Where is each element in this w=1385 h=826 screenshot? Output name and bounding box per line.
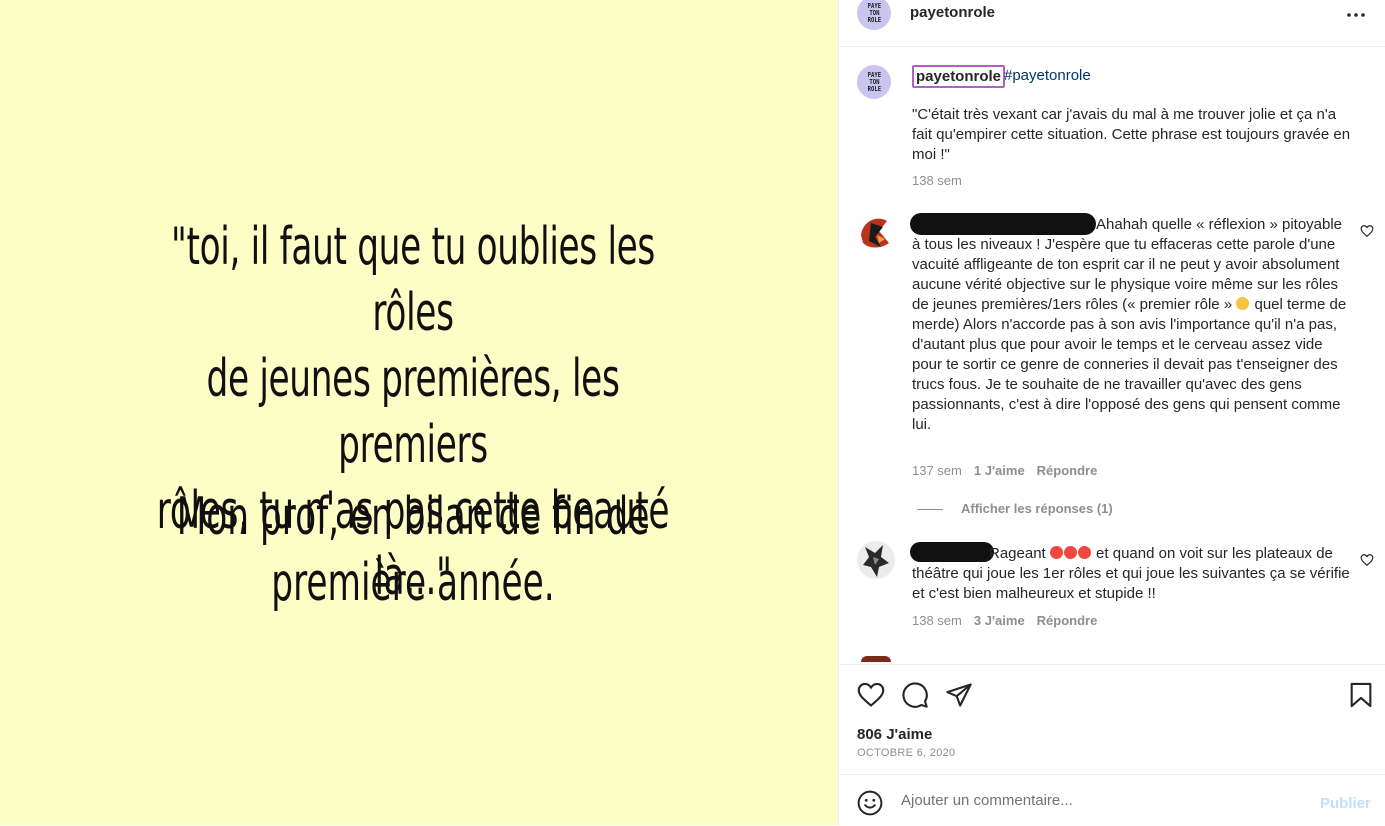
- caption-avatar[interactable]: PAYE TON ROLE: [857, 65, 891, 99]
- emoji-smiley-icon[interactable]: [857, 790, 883, 816]
- next-comment-avatar-partial: [861, 656, 891, 662]
- comment-time[interactable]: 137 sem: [912, 463, 962, 478]
- angry-face-icon: [1063, 546, 1077, 559]
- post-side-panel: PAYE TON ROLE payetonrole PAYE TON ROLE …: [838, 0, 1385, 825]
- more-options-button[interactable]: [1341, 1, 1371, 23]
- caption-time[interactable]: 138 sem: [912, 173, 962, 188]
- comment-text: Ahahah quelle « réflexion » pitoyable à …: [912, 215, 1352, 435]
- woozy-face-icon: [1236, 297, 1250, 310]
- comment-meta: 138 sem 3 J'aime Répondre: [912, 613, 1097, 628]
- comment-reply-button[interactable]: Répondre: [1037, 463, 1098, 478]
- comment-bubble-icon[interactable]: [901, 681, 929, 709]
- replies-divider: [917, 509, 943, 510]
- comment-text-body: et quand on voit sur les plateaux de thé…: [912, 545, 1350, 602]
- caption-hashtag[interactable]: #payetonrole: [1004, 67, 1091, 84]
- comment-meta: 137 sem 1 J'aime Répondre: [912, 463, 1097, 478]
- comment-likes[interactable]: 3 J'aime: [974, 613, 1025, 628]
- angry-face-icon: [1077, 546, 1091, 559]
- user-avatar-icon: [857, 213, 895, 251]
- comment-likes[interactable]: 1 J'aime: [974, 463, 1025, 478]
- publish-button[interactable]: Publier: [1320, 795, 1371, 812]
- more-horizontal-icon: [1347, 13, 1365, 17]
- comment-avatar[interactable]: [857, 541, 895, 579]
- post-date[interactable]: OCTOBRE 6, 2020: [857, 747, 955, 759]
- header-avatar[interactable]: PAYE TON ROLE: [857, 0, 891, 30]
- comment-text-start: Rageant: [989, 545, 1050, 562]
- header-username[interactable]: payetonrole: [910, 4, 995, 21]
- comment-reply-button[interactable]: Répondre: [1037, 613, 1098, 628]
- user-avatar-icon: [857, 541, 895, 579]
- comment-text-start: Ahahah quelle « réflexion »: [1096, 216, 1278, 233]
- comment-input[interactable]: [901, 789, 1301, 811]
- share-send-icon[interactable]: [945, 681, 973, 709]
- like-comment-heart-icon[interactable]: [1360, 553, 1374, 567]
- avatar-logo-text: PAYE TON ROLE: [867, 1, 881, 24]
- like-comment-heart-icon[interactable]: [1360, 224, 1374, 238]
- likes-count[interactable]: 806 J'aime: [857, 726, 932, 743]
- comment-text: Rageant et quand on voit sur les plateau…: [912, 544, 1352, 604]
- like-heart-icon[interactable]: [857, 681, 885, 709]
- avatar-logo-text: PAYE TON ROLE: [867, 70, 881, 93]
- view-replies-button[interactable]: Afficher les réponses (1): [961, 501, 1113, 516]
- post-image-attribution: Mon prof, en bilan de fin de première an…: [176, 487, 650, 613]
- caption-text: "C'était très vexant car j'avais du mal …: [912, 106, 1351, 163]
- comment-time[interactable]: 138 sem: [912, 613, 962, 628]
- post-image: "toi, il faut que tu oublies les rôles d…: [0, 0, 838, 825]
- post-actions: 806 J'aime OCTOBRE 6, 2020: [839, 664, 1385, 775]
- comment-text-end: quel terme de merde) Alors n'accorde pas…: [912, 296, 1347, 433]
- angry-face-icon: [1049, 546, 1063, 559]
- comment-avatar[interactable]: [857, 213, 895, 251]
- post-header: PAYE TON ROLE payetonrole: [839, 0, 1385, 47]
- add-comment-bar: Publier: [839, 774, 1385, 826]
- caption-username[interactable]: payetonrole: [912, 65, 1006, 88]
- bookmark-save-icon[interactable]: [1347, 681, 1375, 709]
